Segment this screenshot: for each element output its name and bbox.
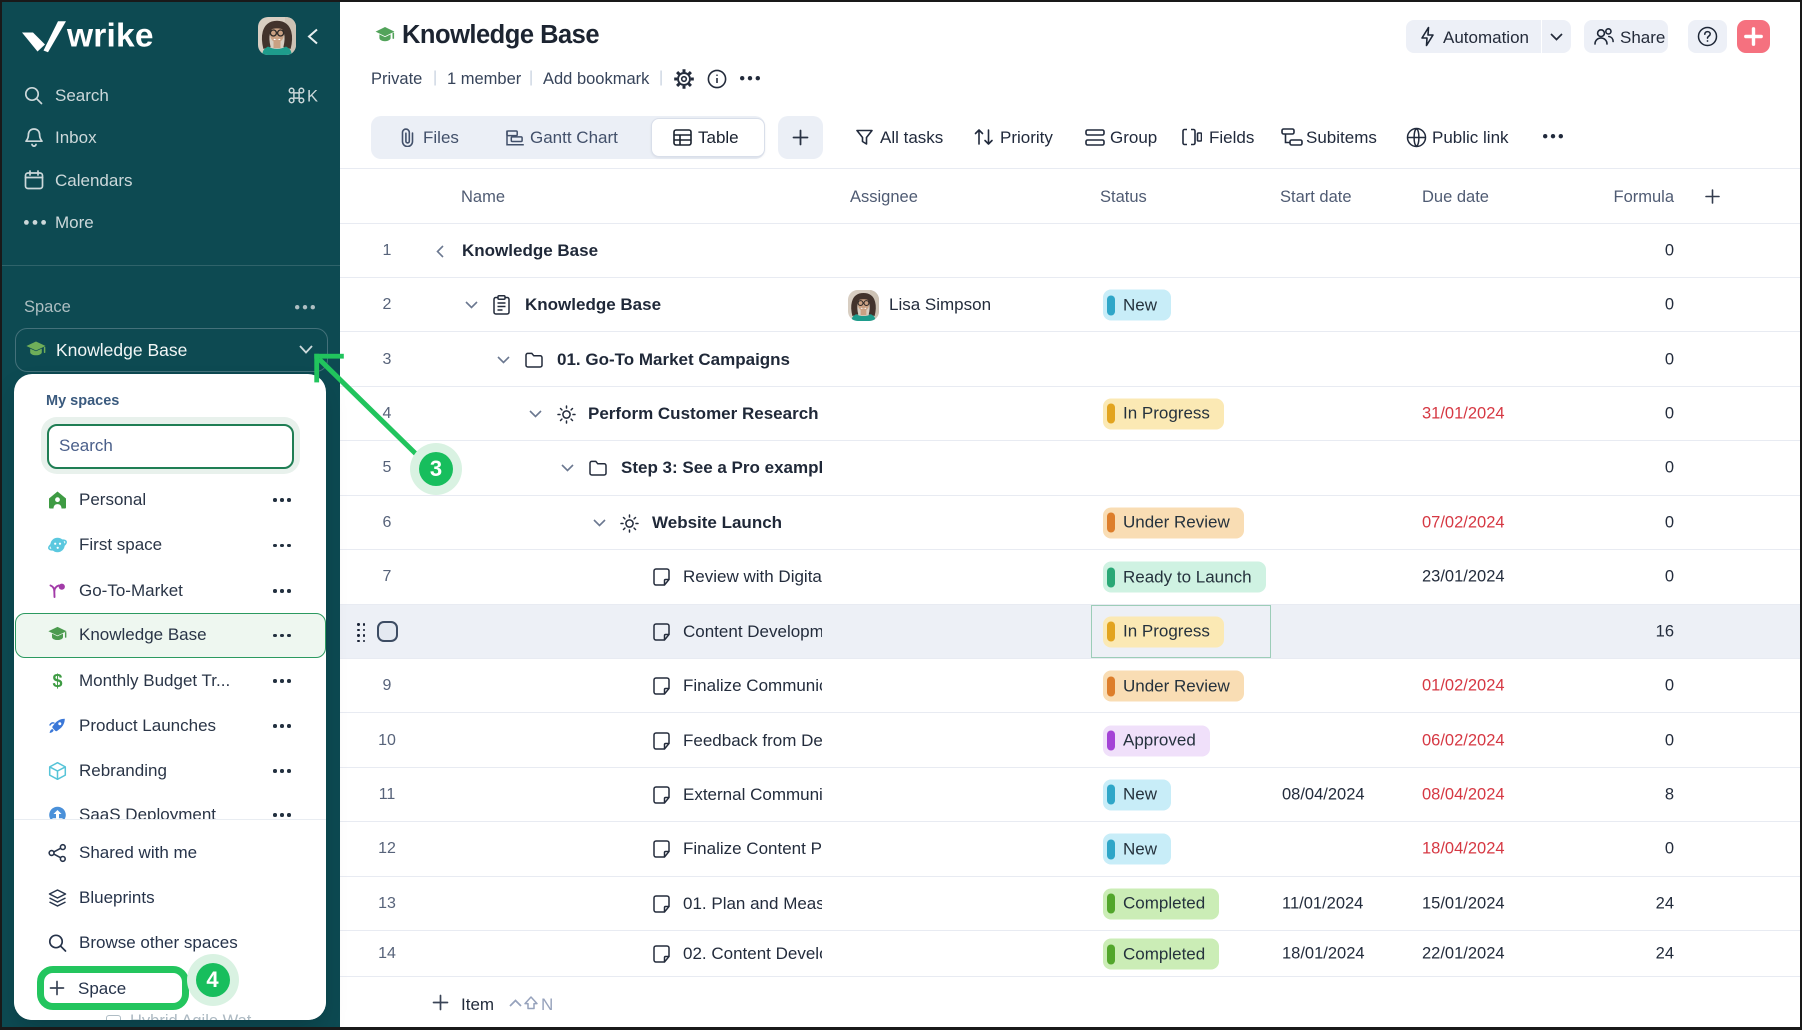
svg-text:wrike: wrike	[66, 18, 154, 55]
svg-text:$: $	[52, 672, 62, 691]
svg-text:K: K	[307, 88, 318, 106]
